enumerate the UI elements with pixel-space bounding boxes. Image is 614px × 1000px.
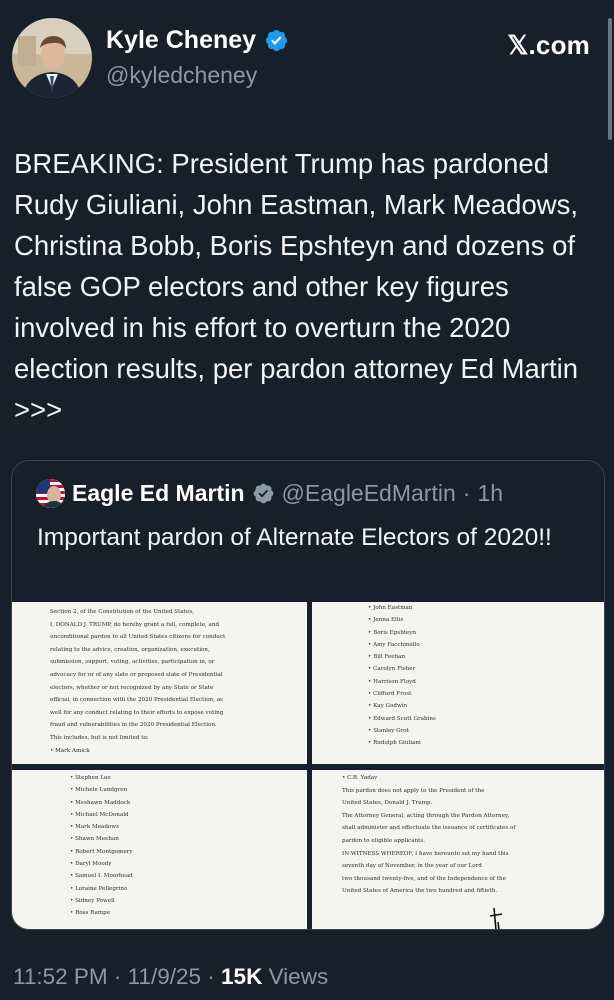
doc-line: • Ross Rampe (70, 910, 111, 917)
doc-line: United States of America the two hundred… (342, 888, 498, 895)
doc-line: • Kay Godwin (368, 703, 408, 710)
doc-line: This includes, but is not limited to: (50, 734, 149, 741)
doc-line: • Loraine Pellegrino (70, 885, 128, 892)
doc-line: • Carolyn Fisher (368, 666, 416, 673)
doc-line: • Harrison Floyd (368, 678, 416, 685)
doc-line: official, in connection with the 2020 Pr… (50, 697, 223, 704)
doc-line: • Bill Feehan (368, 654, 406, 661)
doc-line: • Boris Epshteyn (368, 629, 417, 636)
quoted-tweet[interactable]: Eagle Ed Martin @EagleEdMartin · 1h Impo… (11, 460, 605, 930)
quote-avatar[interactable] (36, 479, 65, 508)
meta-separator: · (107, 964, 128, 989)
doc-line: I, DONALD J. TRUMP, do hereby grant a fu… (50, 621, 220, 628)
doc-line: • Mark Amick (50, 747, 90, 754)
tweet-date[interactable]: 11/9/25 (128, 964, 201, 989)
doc-line: • Amy Facchinello (368, 641, 420, 648)
verified-badge-icon (253, 483, 273, 504)
doc-line: fraud and vulnerabilities in the 2020 Pr… (50, 722, 217, 729)
document-image-3[interactable]: • Stephen Lee • Michele Lundgren • Mesha… (12, 770, 307, 929)
doc-line: well for any conduct relating to their e… (50, 709, 224, 716)
doc-line: • Sidney Powell (70, 897, 115, 904)
doc-line: • Stanley Grot (368, 727, 409, 734)
doc-line: • Shawn Meehan (70, 836, 119, 843)
doc-line: • Rudolph Giuliani (368, 740, 421, 747)
doc-line: two thousand twenty-five, and of the Ind… (342, 875, 506, 882)
doc-line: • Stephen Lee (70, 775, 111, 781)
doc-line: • C.B. Yadav (342, 775, 378, 781)
meta-separator: · (201, 964, 222, 989)
doc-line: relating to the advice, creation, organi… (50, 646, 210, 653)
doc-line: The Attorney General, acting through the… (342, 812, 510, 819)
verified-badge-icon (265, 29, 288, 52)
avatar[interactable] (12, 18, 92, 98)
x-logo: 𝕏.com (507, 30, 590, 60)
views-count: 15K (221, 964, 263, 989)
tweet-text: BREAKING: President Trump has pardoned R… (14, 148, 579, 425)
quote-author-name[interactable]: Eagle Ed Martin (72, 480, 245, 507)
doc-line: This pardon does not apply to the Presid… (342, 787, 485, 794)
tweet-time[interactable]: 11:52 PM (13, 964, 108, 989)
signature-mark (489, 907, 503, 929)
scrollbar[interactable] (608, 18, 612, 140)
quote-text: Important pardon of Alternate Electors o… (37, 524, 552, 551)
document-image-1[interactable]: Section 2, of the Constitution of the Un… (12, 602, 307, 764)
doc-line: United States, Donald J. Trump. (342, 800, 433, 807)
tweet-metadata: 11:52 PM · 11/9/25 · 15K Views (13, 964, 328, 990)
doc-line: • Michael McDonald (70, 811, 129, 818)
doc-line: unconditional pardon to all United State… (50, 634, 226, 641)
quote-author-handle[interactable]: @EagleEdMartin (282, 480, 456, 507)
document-image-4[interactable]: • C.B. Yadav This pardon does not apply … (312, 770, 604, 929)
doc-line: • Daryl Moody (70, 861, 112, 868)
doc-line: seventh day of November, in the year of … (342, 863, 482, 870)
doc-line: • Jenna Ellis (368, 617, 404, 624)
document-image-2[interactable]: • John Eastman • Jenna Ellis • Boris Eps… (312, 602, 604, 764)
quote-timestamp[interactable]: 1h (477, 480, 503, 507)
doc-line: submission, support, voting, activities,… (50, 659, 215, 666)
doc-line: IN WITNESS WHEREOF, I have hereunto set … (342, 850, 509, 857)
author-name[interactable]: Kyle Cheney (106, 26, 256, 55)
doc-line: • Clifford Frost (368, 691, 412, 698)
doc-line: • Edward Scott Grabins (368, 715, 436, 722)
doc-line: Section 2, of the Constitution of the Un… (50, 609, 194, 615)
doc-line: shall administer and effectuate the issu… (342, 825, 516, 832)
doc-line: • Meshawn Maddock (70, 799, 131, 806)
doc-line: • Samuel I. Moorhead (70, 873, 133, 880)
doc-line: • Mark Meadows (70, 824, 119, 831)
author-handle[interactable]: @kyledcheney (106, 62, 257, 89)
quote-separator: · (462, 480, 471, 506)
doc-line: advocacy for or of any slate or proposed… (50, 671, 223, 678)
views-label: Views (262, 964, 329, 989)
doc-line: • John Eastman (368, 605, 413, 611)
doc-line: pardon to eligible applicants. (342, 837, 426, 844)
doc-line: electors, whether or not recognized by a… (50, 684, 214, 691)
doc-line: • Robert Montgomery (70, 848, 133, 855)
doc-line: • Michele Lundgren (70, 787, 128, 794)
